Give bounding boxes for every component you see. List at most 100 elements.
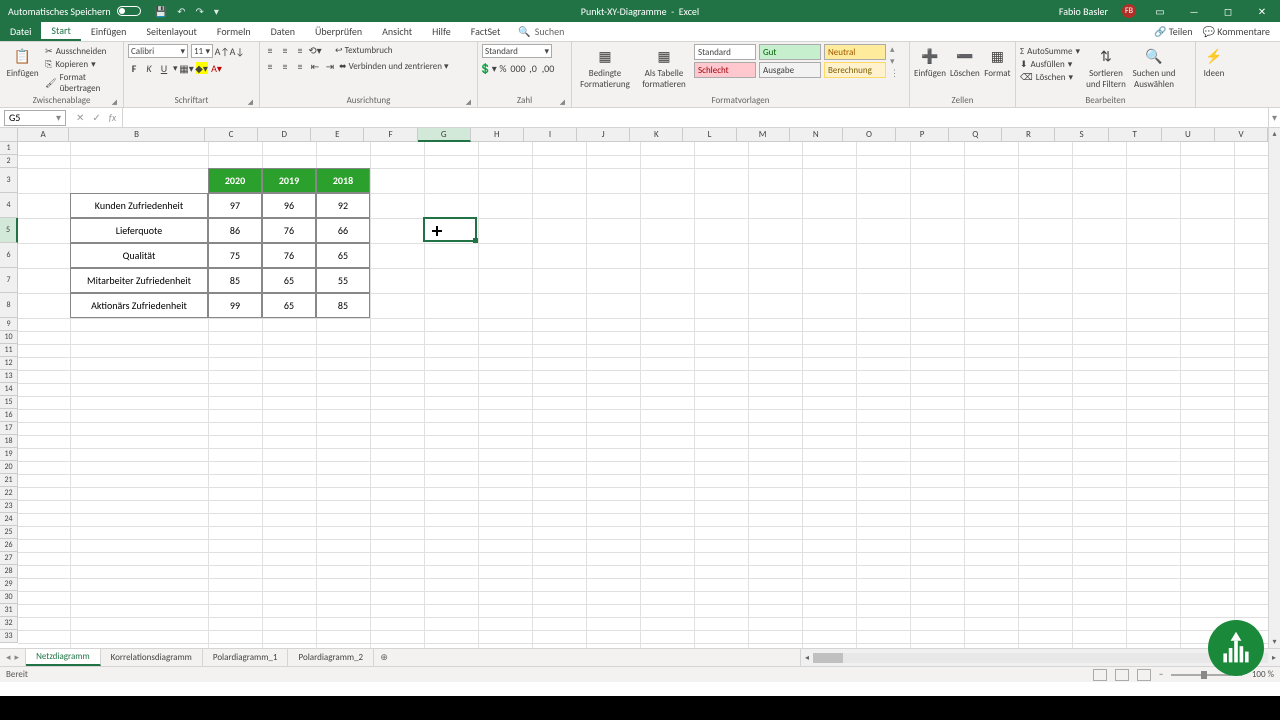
row-header-25[interactable]: 25 xyxy=(0,526,18,539)
table-cell[interactable]: 65 xyxy=(316,243,370,268)
formula-input[interactable] xyxy=(122,108,1268,127)
col-header-A[interactable]: A xyxy=(18,128,69,142)
table-cell[interactable]: 99 xyxy=(208,293,262,318)
clear-button[interactable]: ⌫Löschen▾ xyxy=(1020,72,1080,83)
row-header-19[interactable]: 19 xyxy=(0,448,18,461)
format-as-table-button[interactable]: ▦Als Tabelle formatieren xyxy=(638,44,690,90)
expand-formula-icon[interactable]: ▾ xyxy=(1268,108,1280,127)
wrap-text-button[interactable]: ↩ Textumbruch xyxy=(335,45,393,56)
col-header-J[interactable]: J xyxy=(577,128,630,142)
row-header-13[interactable]: 13 xyxy=(0,370,18,383)
redo-icon[interactable]: ↷ xyxy=(196,5,204,18)
table-cell[interactable]: 92 xyxy=(316,193,370,218)
tab-factset[interactable]: FactSet xyxy=(461,22,511,41)
zoom-slider[interactable] xyxy=(1171,674,1231,676)
prev-sheet-icon[interactable]: ◂ xyxy=(6,652,11,663)
minimize-icon[interactable]: — xyxy=(1184,5,1204,18)
table-row-label[interactable]: Kunden Zufriedenheit xyxy=(70,193,208,218)
cells-area[interactable]: 202020192018Kunden Zufriedenheit979692Li… xyxy=(18,142,1268,648)
conditional-format-button[interactable]: ▦Bedingte Formatierung xyxy=(576,44,634,90)
autosum-button[interactable]: ΣAutoSumme▾ xyxy=(1020,46,1080,57)
tab-data[interactable]: Daten xyxy=(261,22,305,41)
col-header-Q[interactable]: Q xyxy=(949,128,1002,142)
merge-button[interactable]: ⬌ Verbinden und zentrieren ▾ xyxy=(339,61,449,72)
table-row-label[interactable]: Aktionärs Zufriedenheit xyxy=(70,293,208,318)
col-header-C[interactable]: C xyxy=(205,128,258,142)
col-header-T[interactable]: T xyxy=(1109,128,1162,142)
vertical-scrollbar[interactable]: ▴ ▾ xyxy=(1268,128,1280,648)
align-middle-icon[interactable]: ≡ xyxy=(279,44,291,56)
addon-badge-icon[interactable] xyxy=(1208,620,1264,676)
increase-font-icon[interactable]: A↑ xyxy=(216,45,228,57)
bold-button[interactable]: F xyxy=(128,62,140,74)
row-header-5[interactable]: 5 xyxy=(0,218,18,243)
border-button[interactable]: ▦▾ xyxy=(181,62,193,74)
thousands-icon[interactable]: 000 xyxy=(512,62,524,74)
col-header-K[interactable]: K xyxy=(630,128,683,142)
comments-button[interactable]: 💬 Kommentare xyxy=(1203,25,1270,38)
select-all-corner[interactable] xyxy=(0,128,18,142)
number-format-select[interactable]: Standard▾ xyxy=(482,44,552,58)
save-icon[interactable]: 💾 xyxy=(155,5,167,18)
col-header-R[interactable]: R xyxy=(1002,128,1055,142)
dialog-launcher-icon[interactable]: ◢ xyxy=(466,97,471,106)
currency-icon[interactable]: 💲▾ xyxy=(482,62,494,74)
table-cell[interactable]: 85 xyxy=(208,268,262,293)
fill-color-button[interactable]: ◆▾ xyxy=(196,62,208,74)
row-header-12[interactable]: 12 xyxy=(0,357,18,370)
next-sheet-icon[interactable]: ▸ xyxy=(15,652,20,663)
row-header-3[interactable]: 3 xyxy=(0,168,18,193)
pagelayout-view-icon[interactable] xyxy=(1115,669,1129,681)
zoom-out-icon[interactable]: − xyxy=(1159,669,1163,680)
table-cell[interactable]: 65 xyxy=(262,293,316,318)
row-header-27[interactable]: 27 xyxy=(0,552,18,565)
table-row-label[interactable]: Lieferquote xyxy=(70,218,208,243)
decrease-decimal-icon[interactable]: ,00 xyxy=(542,62,554,74)
format-cells-button[interactable]: ▦Format xyxy=(984,44,1011,79)
row-header-1[interactable]: 1 xyxy=(0,142,18,155)
table-cell[interactable]: 76 xyxy=(262,218,316,243)
normal-view-icon[interactable] xyxy=(1093,669,1107,681)
delete-cells-button[interactable]: ➖Löschen xyxy=(950,44,980,79)
font-size-select[interactable]: 11▾ xyxy=(191,44,213,58)
paste-button[interactable]: 📋 Einfügen xyxy=(4,44,41,79)
decrease-font-icon[interactable]: A↓ xyxy=(231,45,243,57)
column-headers[interactable]: ABCDEFGHIJKLMNOPQRSTUV xyxy=(18,128,1268,142)
table-cell[interactable]: 55 xyxy=(316,268,370,293)
align-left-icon[interactable]: ≡ xyxy=(264,60,276,72)
row-header-15[interactable]: 15 xyxy=(0,396,18,409)
col-header-I[interactable]: I xyxy=(524,128,577,142)
name-box[interactable]: G5▾ xyxy=(4,110,66,126)
cancel-formula-icon[interactable]: ✕ xyxy=(76,111,84,124)
toggle-icon[interactable] xyxy=(117,6,141,16)
row-header-29[interactable]: 29 xyxy=(0,578,18,591)
autosave-toggle[interactable]: Automatisches Speichern xyxy=(8,5,141,18)
zoom-level[interactable]: 100 % xyxy=(1252,669,1274,680)
sort-filter-button[interactable]: ⇅Sortieren und Filtern xyxy=(1084,44,1128,90)
style-gut[interactable]: Gut xyxy=(759,44,821,60)
sheet-tab-polar2[interactable]: Polardiagramm_2 xyxy=(288,649,374,666)
row-header-32[interactable]: 32 xyxy=(0,617,18,630)
tab-start[interactable]: Start xyxy=(41,22,80,41)
row-header-23[interactable]: 23 xyxy=(0,500,18,513)
fill-button[interactable]: ⬇Ausfüllen▾ xyxy=(1020,59,1080,70)
tab-insert[interactable]: Einfügen xyxy=(81,22,137,41)
align-center-icon[interactable]: ≡ xyxy=(279,60,291,72)
col-header-P[interactable]: P xyxy=(896,128,949,142)
row-header-28[interactable]: 28 xyxy=(0,565,18,578)
table-cell[interactable]: 76 xyxy=(262,243,316,268)
row-header-17[interactable]: 17 xyxy=(0,422,18,435)
table-row-label[interactable]: Qualität xyxy=(70,243,208,268)
dialog-launcher-icon[interactable]: ◢ xyxy=(248,97,253,106)
search-box[interactable]: 🔍 Suchen xyxy=(518,22,564,41)
row-header-11[interactable]: 11 xyxy=(0,344,18,357)
dialog-launcher-icon[interactable]: ◢ xyxy=(112,97,117,106)
row-header-10[interactable]: 10 xyxy=(0,331,18,344)
col-header-V[interactable]: V xyxy=(1215,128,1268,142)
tab-view[interactable]: Ansicht xyxy=(372,22,422,41)
row-header-30[interactable]: 30 xyxy=(0,591,18,604)
format-painter-button[interactable]: 🖌Format übertragen xyxy=(45,72,119,94)
copy-button[interactable]: ⎘Kopieren▾ xyxy=(45,59,119,70)
col-header-B[interactable]: B xyxy=(69,128,205,142)
sheet-tab-netzdiagramm[interactable]: Netzdiagramm xyxy=(26,649,101,666)
